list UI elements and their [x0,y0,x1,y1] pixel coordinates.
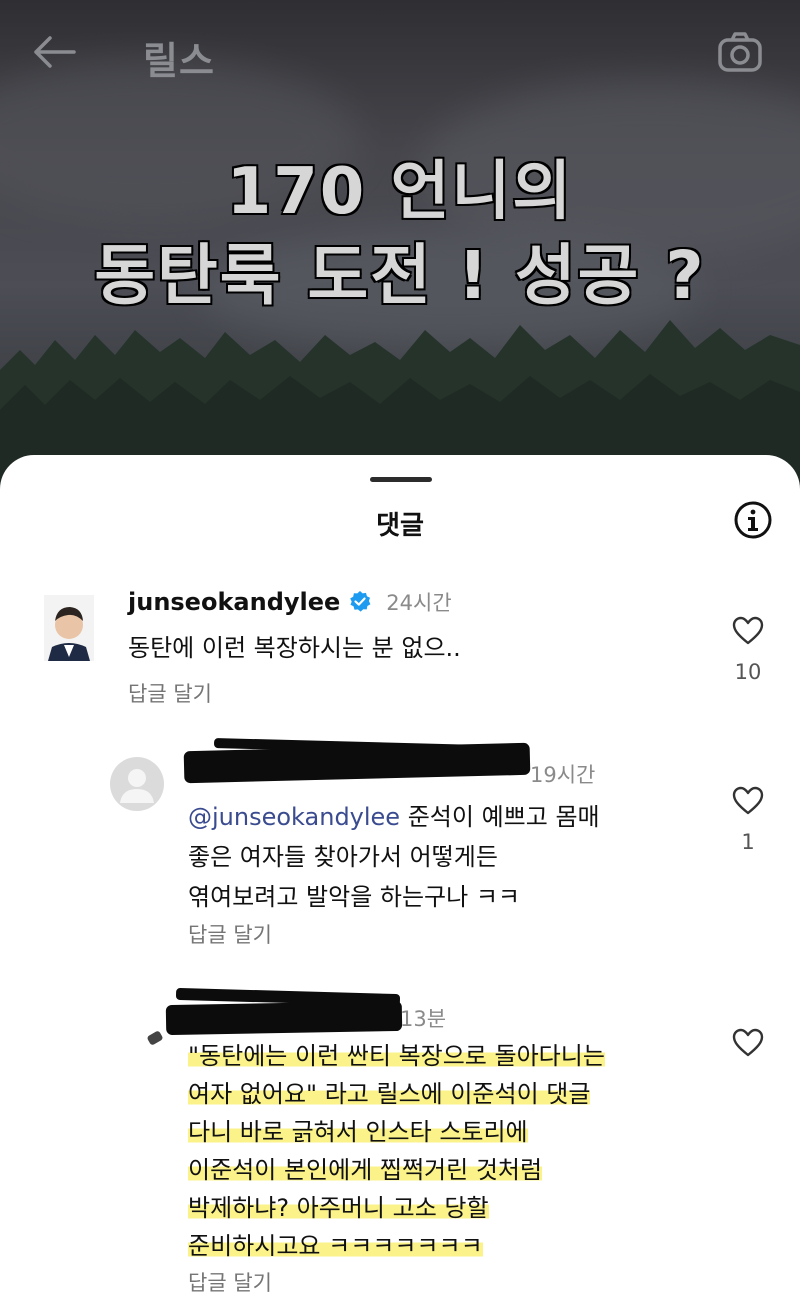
comments-sheet: 댓글 junseokandylee 24시간 동탄에 이런 복장하시는 분 없으… [0,455,800,1313]
info-icon[interactable] [733,500,773,540]
comment-time: 13분 [400,1007,447,1031]
heart-icon[interactable] [732,616,764,646]
reel-video-background[interactable]: 릴스 170 언니의 동탄룩 도전 ! 성공 ? [0,0,800,520]
reel-caption-line-1: 170 언니의 [225,154,574,231]
arrow-left-icon[interactable] [28,32,78,72]
like-count: 1 [741,830,755,854]
comment-line: 여자 없어요" 라고 릴스에 이준석이 댓글 [188,1080,591,1108]
camera-icon[interactable] [716,30,764,74]
avatar-placeholder[interactable] [110,757,164,811]
comment-text: "동탄에는 이런 싼티 복장으로 돌아다니는 여자 없어요" 라고 릴스에 이준… [188,1037,748,1265]
redacted-avatar-and-username [165,1000,403,1036]
like-count: 10 [734,660,762,684]
verified-badge-icon [350,591,371,612]
reply-button[interactable]: 답글 달기 [188,1267,272,1297]
comment-text: @junseokandylee 준석이 예쁘고 몸매 좋은 여자들 찾아가서 어… [188,797,708,917]
redaction-scribble [146,1030,164,1046]
comment-text: 동탄에 이런 복장하시는 분 없으.. [128,634,461,662]
mention-link[interactable]: @junseokandylee [188,803,400,831]
comment-time: 24시간 [386,591,452,615]
reply-button[interactable]: 답글 달기 [188,919,272,949]
reels-title: 릴스 [143,39,215,83]
comment-line: 좋은 여자들 찾아가서 어떻게든 [188,843,498,871]
comment-line: 엮여보려고 발악을 하는구나 ㅋㅋ [188,883,521,911]
avatar[interactable] [44,595,94,661]
sheet-drag-handle[interactable] [370,477,432,482]
comment-time: 19시간 [530,763,596,787]
comment-line: 준비하시고요 ㅋㅋㅋㅋㅋㅋㅋ [188,1232,483,1260]
comment-line: 다니 바로 긁혀서 인스타 스토리에 [188,1118,528,1146]
comment-line: 박제하냐? 아주머니 고소 당할 [188,1194,489,1222]
comment-line: @junseokandylee 준석이 예쁘고 몸매 [188,803,600,831]
comment-line: 이준석이 본인에게 찝쩍거린 것처럼 [188,1156,543,1184]
reel-caption-line-2: 동탄룩 도전 ! 성공 ? [93,236,706,316]
reply-button[interactable]: 답글 달기 [128,678,212,708]
comment-username[interactable]: junseokandylee [128,588,340,616]
heart-icon[interactable] [732,1028,764,1058]
comment-line: "동탄에는 이런 싼티 복장으로 돌아다니는 [188,1042,605,1070]
top-bar: 릴스 [0,0,800,100]
comments-title: 댓글 [376,511,424,541]
heart-icon[interactable] [732,786,764,816]
